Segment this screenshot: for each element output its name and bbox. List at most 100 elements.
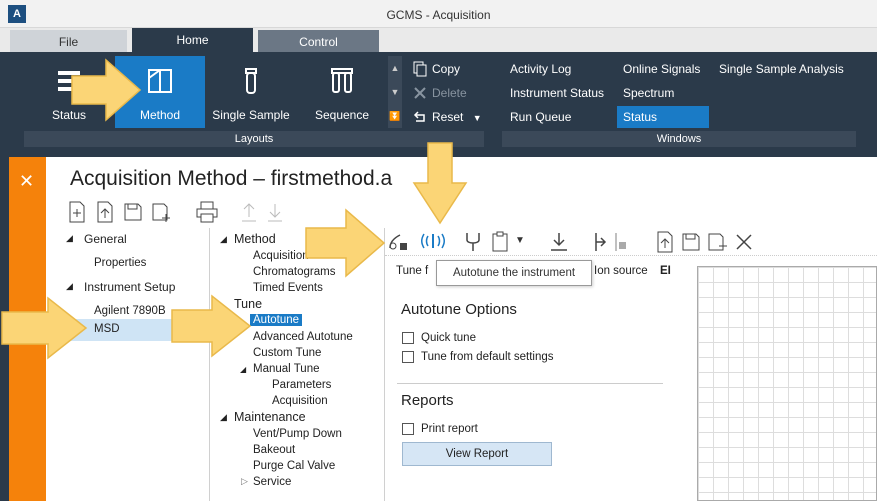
collapse-maintenance-icon[interactable]: ◢ [220,412,227,423]
arrow-to-lock-icon [305,208,386,278]
title-bar: A GCMS - Acquisition [0,0,877,28]
tab-file[interactable]: File [10,30,127,52]
view-report-button[interactable]: View Report [402,442,552,466]
tune-default-checkbox[interactable]: Tune from default settings [402,350,554,364]
clipboard-icon[interactable] [491,231,509,253]
lock-tune-icon[interactable] [387,231,409,253]
tab-control[interactable]: Control [258,30,379,52]
autotune-icon[interactable] [421,230,445,252]
reset-icon [413,111,425,122]
windows-group-label: Windows [502,131,856,147]
tree-item-general[interactable]: General [84,232,127,246]
tree-item-agilent[interactable]: Agilent 7890B [94,305,166,317]
tree-item-properties[interactable]: Properties [94,257,146,269]
online-signals-item[interactable]: Online Signals [617,58,706,80]
ion-source-value: EI [660,265,671,277]
open-method-icon[interactable] [95,201,115,223]
vial-icon [245,68,257,94]
tune-toolbar: ▼ [385,228,877,256]
tree-item-purge[interactable]: Purge Cal Valve [253,460,335,472]
tree-item-vent-pump[interactable]: Vent/Pump Down [253,428,342,440]
tree-item-manual-acquisition[interactable]: Acquisition [272,395,328,407]
scroll-up-icon[interactable]: ▲ [388,56,402,80]
save-icon[interactable] [123,201,143,223]
print-report-label: Print report [421,423,478,435]
arrow-to-method-icon [71,58,142,122]
arrow-to-autotune-icon [412,142,468,225]
activity-log-item[interactable]: Activity Log [504,58,577,80]
instrument-status-item[interactable]: Instrument Status [504,82,610,104]
ribbon-tabs: File Home Control [0,28,877,52]
section-divider [397,383,663,384]
tree-item-manual-tune[interactable]: Manual Tune [253,363,320,375]
delete-label: Delete [432,86,467,100]
save-tune-icon[interactable] [681,231,701,253]
tune-fork-icon[interactable] [463,231,483,253]
tune-chart-grid [697,266,877,501]
close-tune-icon[interactable] [734,232,754,252]
tree-item-maintenance[interactable]: Maintenance [234,410,306,424]
load-tune-icon[interactable] [549,231,569,253]
run-queue-item[interactable]: Run Queue [504,106,577,128]
tree-item-parameters[interactable]: Parameters [272,379,331,391]
collapse-general-icon[interactable]: ◢ [66,233,73,244]
expand-service-icon[interactable]: ▷ [241,476,248,487]
reset-chevron-icon[interactable]: ▼ [473,113,482,123]
status-window-item[interactable]: Status [617,106,709,128]
delete-icon [414,87,426,99]
save-as-icon[interactable] [151,201,171,223]
sequence-layout-button[interactable]: Sequence [300,56,384,128]
tree-item-msd: MSD [94,323,120,335]
tab-home[interactable]: Home [132,28,253,52]
method-icon [148,69,172,93]
ion-source-label: Ion source [594,265,648,277]
tune-default-box[interactable] [402,351,414,363]
tune-stop-icon [615,233,626,251]
dropdown-chevron-icon[interactable]: ▼ [515,235,525,246]
copy-button[interactable]: Copy [410,59,460,79]
download-icon [268,204,282,222]
tune-file-label: Tune f [396,265,429,277]
tree-item-bakeout[interactable]: Bakeout [253,444,295,456]
arrow-to-autotune-item [171,294,252,358]
print-icon[interactable] [195,201,219,223]
expand-icon[interactable]: ⏬ [388,104,402,128]
scroll-down-icon[interactable]: ▼ [388,80,402,104]
export-tune-icon[interactable] [655,231,675,253]
tree-item-instrument-setup[interactable]: Instrument Setup [84,280,175,294]
tree-item-timed-events[interactable]: Timed Events [253,282,323,294]
tree-item-service[interactable]: Service [253,476,291,488]
quick-tune-box[interactable] [402,332,414,344]
print-report-checkbox[interactable]: Print report [402,422,478,436]
single-sample-analysis-item[interactable]: Single Sample Analysis [713,58,850,80]
page-title: Acquisition Method – firstmethod.a [70,167,393,190]
tune-action-icon[interactable] [591,231,611,253]
tree-item-custom-tune[interactable]: Custom Tune [253,347,321,359]
save-tune-as-icon[interactable] [707,231,729,253]
tune-default-label: Tune from default settings [421,351,554,363]
single-sample-layout-button[interactable]: Single Sample [207,56,295,128]
ribbon-scroll[interactable]: ▲ ▼ ⏬ [388,56,402,128]
collapse-instrument-icon[interactable]: ◢ [66,281,73,292]
tree-item-acquisition[interactable]: Acquisition [253,250,309,262]
tree-item-method[interactable]: Method [234,232,276,246]
new-method-icon[interactable] [67,201,87,223]
upload-icon [242,203,256,222]
setup-tree: ◢ General Properties ◢ Instrument Setup … [56,228,210,501]
quick-tune-label: Quick tune [421,332,476,344]
window-title: GCMS - Acquisition [386,8,491,22]
print-report-box[interactable] [402,423,414,435]
reset-button[interactable]: Reset ▼ [410,107,482,127]
autotune-options-heading: Autotune Options [401,301,517,318]
quick-tune-checkbox[interactable]: Quick tune [402,331,476,345]
spectrum-item[interactable]: Spectrum [617,82,680,104]
delete-button[interactable]: Delete [410,83,467,103]
copy-icon [413,61,427,77]
tree-item-advanced-autotune[interactable]: Advanced Autotune [253,331,353,343]
collapse-manual-tune-icon[interactable]: ◢ [240,365,246,374]
single-sample-layout-label: Single Sample [212,108,290,122]
tree-item-autotune[interactable]: Autotune [250,314,303,326]
reports-heading: Reports [401,392,454,409]
collapse-method-icon[interactable]: ◢ [220,234,227,245]
close-icon[interactable]: ✕ [19,171,34,192]
